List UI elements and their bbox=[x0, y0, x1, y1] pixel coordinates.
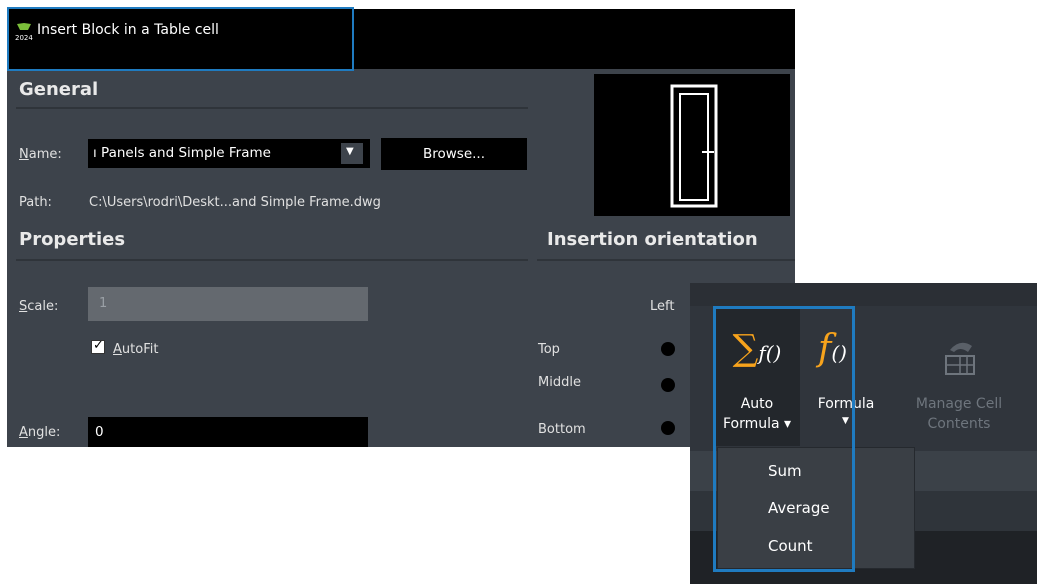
properties-heading: Properties bbox=[19, 229, 126, 250]
title-highlight-box bbox=[7, 7, 354, 71]
door-frame-preview-icon bbox=[670, 84, 718, 208]
browse-button[interactable]: Browse... bbox=[381, 138, 527, 170]
name-combobox[interactable]: ı Panels and Simple Frame ▼ bbox=[88, 139, 370, 168]
chevron-down-icon: ▼ bbox=[346, 146, 354, 157]
manage-label-line1: Manage Cell bbox=[915, 396, 1003, 412]
scale-value: 1 bbox=[99, 296, 108, 311]
name-label: Name: bbox=[19, 147, 62, 162]
general-divider bbox=[16, 107, 528, 109]
check-icon: ✓ bbox=[93, 338, 104, 353]
radio-top-left[interactable] bbox=[661, 342, 675, 356]
insertion-divider bbox=[537, 259, 795, 261]
manage-label-line2: Contents bbox=[927, 416, 991, 432]
angle-value: 0 bbox=[95, 424, 104, 440]
scale-label: Scale: bbox=[19, 299, 59, 314]
name-dropdown-button[interactable]: ▼ bbox=[341, 143, 363, 164]
angle-label-rest: ngle: bbox=[27, 425, 61, 440]
scale-input[interactable]: 1 bbox=[88, 287, 368, 321]
manage-cell-contents-icon bbox=[942, 336, 978, 382]
angle-input[interactable]: 0 bbox=[88, 417, 368, 447]
radio-bottom-left[interactable] bbox=[661, 421, 675, 435]
row-middle-label: Middle bbox=[538, 375, 581, 390]
block-preview bbox=[594, 74, 790, 216]
path-value: C:\Users\rodri\Deskt...and Simple Frame.… bbox=[89, 195, 381, 210]
angle-label: Angle: bbox=[19, 425, 61, 440]
autofit-label-rest: utoFit bbox=[121, 342, 159, 357]
ribbon-top-strip bbox=[690, 283, 1037, 306]
general-heading: General bbox=[19, 79, 99, 100]
properties-divider bbox=[16, 259, 528, 261]
auto-formula-highlight-box bbox=[713, 306, 855, 572]
name-value: ı Panels and Simple Frame bbox=[93, 145, 271, 161]
insertion-heading: Insertion orientation bbox=[547, 229, 758, 250]
manage-cell-contents-button: Manage Cell Contents bbox=[902, 306, 1016, 446]
path-label: Path: bbox=[19, 195, 52, 210]
scale-label-rest: cale: bbox=[27, 299, 59, 314]
left-column-label: Left bbox=[650, 299, 675, 314]
radio-middle-left[interactable] bbox=[661, 378, 675, 392]
insert-block-dialog: 2024 Insert Block in a Table cell Genera… bbox=[7, 7, 795, 447]
row-bottom-label: Bottom bbox=[538, 422, 586, 437]
autofit-label: AutoFit bbox=[113, 342, 159, 357]
autofit-checkbox[interactable]: ✓ bbox=[91, 338, 105, 354]
name-label-rest: ame: bbox=[28, 147, 62, 162]
row-top-label: Top bbox=[538, 342, 560, 357]
